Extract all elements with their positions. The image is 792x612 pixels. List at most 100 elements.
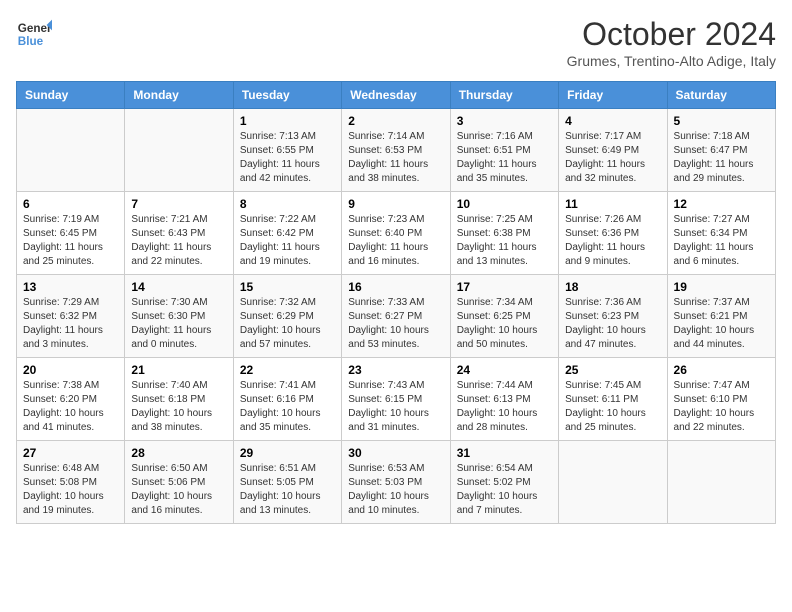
day-number: 28 (131, 446, 226, 460)
calendar-cell: 16 Sunrise: 7:33 AMSunset: 6:27 PMDayligh… (342, 275, 450, 358)
day-info: Sunrise: 6:50 AMSunset: 5:06 PMDaylight:… (131, 462, 226, 518)
day-header-friday: Friday (559, 82, 667, 109)
calendar-cell: 5 Sunrise: 7:18 AMSunset: 6:47 PMDaylight… (667, 109, 775, 192)
day-info: Sunrise: 7:33 AMSunset: 6:27 PMDaylight:… (348, 296, 443, 352)
day-info: Sunrise: 7:29 AMSunset: 6:32 PMDaylight:… (23, 296, 118, 352)
day-number: 15 (240, 280, 335, 294)
day-number: 20 (23, 363, 118, 377)
calendar-cell: 27 Sunrise: 6:48 AMSunset: 5:08 PMDayligh… (17, 441, 125, 524)
day-number: 16 (348, 280, 443, 294)
day-number: 21 (131, 363, 226, 377)
day-info: Sunrise: 6:54 AMSunset: 5:02 PMDaylight:… (457, 462, 552, 518)
day-info: Sunrise: 7:36 AMSunset: 6:23 PMDaylight:… (565, 296, 660, 352)
calendar-cell: 20 Sunrise: 7:38 AMSunset: 6:20 PMDayligh… (17, 358, 125, 441)
calendar-cell: 15 Sunrise: 7:32 AMSunset: 6:29 PMDayligh… (233, 275, 341, 358)
calendar-cell: 23Sunrise: 7:43 AMSunset: 6:15 PMDayligh… (342, 358, 450, 441)
day-info: Sunrise: 7:43 AMSunset: 6:15 PMDaylight:… (348, 379, 443, 435)
day-info: Sunrise: 7:45 AMSunset: 6:11 PMDaylight:… (565, 379, 660, 435)
day-info: Sunrise: 7:26 AMSunset: 6:36 PMDaylight:… (565, 213, 660, 269)
day-info: Sunrise: 6:53 AMSunset: 5:03 PMDaylight:… (348, 462, 443, 518)
day-info: Sunrise: 7:40 AMSunset: 6:18 PMDaylight:… (131, 379, 226, 435)
calendar-cell: 21 Sunrise: 7:40 AMSunset: 6:18 PMDayligh… (125, 358, 233, 441)
calendar-cell: 26Sunrise: 7:47 AMSunset: 6:10 PMDayligh… (667, 358, 775, 441)
day-header-monday: Monday (125, 82, 233, 109)
day-info: Sunrise: 7:32 AMSunset: 6:29 PMDaylight:… (240, 296, 335, 352)
logo: General Blue (16, 16, 56, 52)
calendar-cell: 22 Sunrise: 7:41 AMSunset: 6:16 PMDayligh… (233, 358, 341, 441)
calendar-cell: 25 Sunrise: 7:45 AMSunset: 6:11 PMDayligh… (559, 358, 667, 441)
day-header-saturday: Saturday (667, 82, 775, 109)
day-info: Sunrise: 7:38 AMSunset: 6:20 PMDaylight:… (23, 379, 118, 435)
day-number: 1 (240, 114, 335, 128)
day-info: Sunrise: 7:18 AMSunset: 6:47 PMDaylight:… (674, 130, 769, 186)
day-number: 19 (674, 280, 769, 294)
calendar-cell (125, 109, 233, 192)
day-number: 4 (565, 114, 660, 128)
calendar-cell: 3 Sunrise: 7:16 AMSunset: 6:51 PMDaylight… (450, 109, 558, 192)
calendar-cell: 18Sunrise: 7:36 AMSunset: 6:23 PMDayligh… (559, 275, 667, 358)
calendar-cell: 7 Sunrise: 7:21 AMSunset: 6:43 PMDaylight… (125, 192, 233, 275)
day-info: Sunrise: 7:14 AMSunset: 6:53 PMDaylight:… (348, 130, 443, 186)
month-title: October 2024 (567, 16, 776, 53)
calendar-cell: 10Sunrise: 7:25 AMSunset: 6:38 PMDayligh… (450, 192, 558, 275)
calendar-cell (559, 441, 667, 524)
day-number: 29 (240, 446, 335, 460)
day-info: Sunrise: 7:41 AMSunset: 6:16 PMDaylight:… (240, 379, 335, 435)
day-info: Sunrise: 7:47 AMSunset: 6:10 PMDaylight:… (674, 379, 769, 435)
day-info: Sunrise: 7:25 AMSunset: 6:38 PMDaylight:… (457, 213, 552, 269)
calendar-cell: 14 Sunrise: 7:30 AMSunset: 6:30 PMDayligh… (125, 275, 233, 358)
logo-icon: General Blue (16, 16, 52, 52)
calendar-cell: 17 Sunrise: 7:34 AMSunset: 6:25 PMDayligh… (450, 275, 558, 358)
day-number: 2 (348, 114, 443, 128)
day-info: Sunrise: 7:19 AMSunset: 6:45 PMDaylight:… (23, 213, 118, 269)
title-area: October 2024 Grumes, Trentino-Alto Adige… (567, 16, 776, 69)
calendar-cell: 6 Sunrise: 7:19 AMSunset: 6:45 PMDaylight… (17, 192, 125, 275)
day-number: 13 (23, 280, 118, 294)
day-number: 7 (131, 197, 226, 211)
day-info: Sunrise: 6:51 AMSunset: 5:05 PMDaylight:… (240, 462, 335, 518)
day-header-sunday: Sunday (17, 82, 125, 109)
day-number: 9 (348, 197, 443, 211)
calendar-cell: 28 Sunrise: 6:50 AMSunset: 5:06 PMDayligh… (125, 441, 233, 524)
calendar-cell: 30 Sunrise: 6:53 AMSunset: 5:03 PMDayligh… (342, 441, 450, 524)
calendar-cell: 1 Sunrise: 7:13 AMSunset: 6:55 PMDaylight… (233, 109, 341, 192)
day-number: 3 (457, 114, 552, 128)
calendar-week-row: 27 Sunrise: 6:48 AMSunset: 5:08 PMDayligh… (17, 441, 776, 524)
day-number: 6 (23, 197, 118, 211)
calendar-week-row: 6 Sunrise: 7:19 AMSunset: 6:45 PMDaylight… (17, 192, 776, 275)
calendar-cell: 24Sunrise: 7:44 AMSunset: 6:13 PMDayligh… (450, 358, 558, 441)
calendar-body: 1 Sunrise: 7:13 AMSunset: 6:55 PMDaylight… (17, 109, 776, 524)
calendar-table: SundayMondayTuesdayWednesdayThursdayFrid… (16, 81, 776, 524)
day-number: 27 (23, 446, 118, 460)
calendar-cell (667, 441, 775, 524)
day-info: Sunrise: 7:30 AMSunset: 6:30 PMDaylight:… (131, 296, 226, 352)
day-info: Sunrise: 7:22 AMSunset: 6:42 PMDaylight:… (240, 213, 335, 269)
day-info: Sunrise: 7:16 AMSunset: 6:51 PMDaylight:… (457, 130, 552, 186)
day-number: 5 (674, 114, 769, 128)
day-number: 11 (565, 197, 660, 211)
day-header-wednesday: Wednesday (342, 82, 450, 109)
day-info: Sunrise: 7:21 AMSunset: 6:43 PMDaylight:… (131, 213, 226, 269)
calendar-cell: 4Sunrise: 7:17 AMSunset: 6:49 PMDaylight… (559, 109, 667, 192)
day-number: 25 (565, 363, 660, 377)
calendar-cell: 12Sunrise: 7:27 AMSunset: 6:34 PMDayligh… (667, 192, 775, 275)
day-number: 17 (457, 280, 552, 294)
svg-text:Blue: Blue (18, 35, 44, 48)
day-number: 30 (348, 446, 443, 460)
day-number: 22 (240, 363, 335, 377)
day-header-thursday: Thursday (450, 82, 558, 109)
calendar-week-row: 1 Sunrise: 7:13 AMSunset: 6:55 PMDaylight… (17, 109, 776, 192)
calendar-week-row: 13 Sunrise: 7:29 AMSunset: 6:32 PMDayligh… (17, 275, 776, 358)
header: General Blue October 2024 Grumes, Trenti… (16, 16, 776, 69)
day-number: 14 (131, 280, 226, 294)
day-info: Sunrise: 7:27 AMSunset: 6:34 PMDaylight:… (674, 213, 769, 269)
calendar-week-row: 20 Sunrise: 7:38 AMSunset: 6:20 PMDayligh… (17, 358, 776, 441)
day-info: Sunrise: 7:13 AMSunset: 6:55 PMDaylight:… (240, 130, 335, 186)
day-info: Sunrise: 7:37 AMSunset: 6:21 PMDaylight:… (674, 296, 769, 352)
day-info: Sunrise: 7:34 AMSunset: 6:25 PMDaylight:… (457, 296, 552, 352)
day-number: 24 (457, 363, 552, 377)
svg-text:General: General (18, 22, 52, 35)
day-info: Sunrise: 6:48 AMSunset: 5:08 PMDaylight:… (23, 462, 118, 518)
calendar-cell: 31Sunrise: 6:54 AMSunset: 5:02 PMDayligh… (450, 441, 558, 524)
day-number: 8 (240, 197, 335, 211)
